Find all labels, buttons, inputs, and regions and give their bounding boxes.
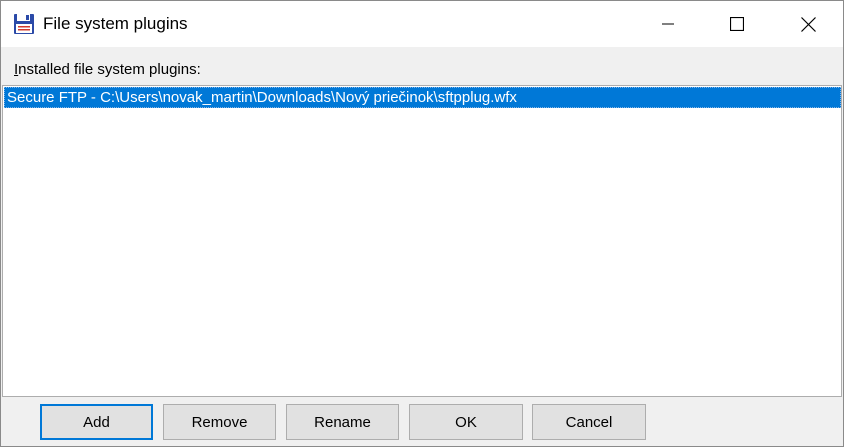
close-icon — [800, 16, 816, 32]
close-button[interactable] — [785, 1, 831, 47]
cancel-button[interactable]: Cancel — [532, 404, 646, 440]
installed-plugins-label: Installed file system plugins: — [14, 61, 201, 78]
title-bar[interactable]: File system plugins — [1, 1, 843, 47]
ok-button[interactable]: OK — [409, 404, 523, 440]
file-system-plugins-dialog: File system plugins Installed file syste… — [0, 0, 844, 447]
remove-button[interactable]: Remove — [163, 404, 276, 440]
minimize-icon — [662, 18, 674, 30]
list-item[interactable]: Secure FTP - C:\Users\novak_martin\Downl… — [4, 87, 841, 108]
window-title: File system plugins — [43, 14, 188, 33]
add-button[interactable]: Add — [40, 404, 153, 440]
list-item-label: Secure FTP - C:\Users\novak_martin\Downl… — [7, 89, 517, 106]
label-text: nstalled file system plugins: — [18, 61, 201, 78]
plugins-listbox[interactable]: Secure FTP - C:\Users\novak_martin\Downl… — [2, 85, 842, 397]
rename-button[interactable]: Rename — [286, 404, 399, 440]
maximize-icon — [730, 17, 744, 31]
minimize-button[interactable] — [645, 1, 691, 47]
maximize-button[interactable] — [714, 1, 760, 47]
floppy-disk-icon — [13, 13, 35, 35]
